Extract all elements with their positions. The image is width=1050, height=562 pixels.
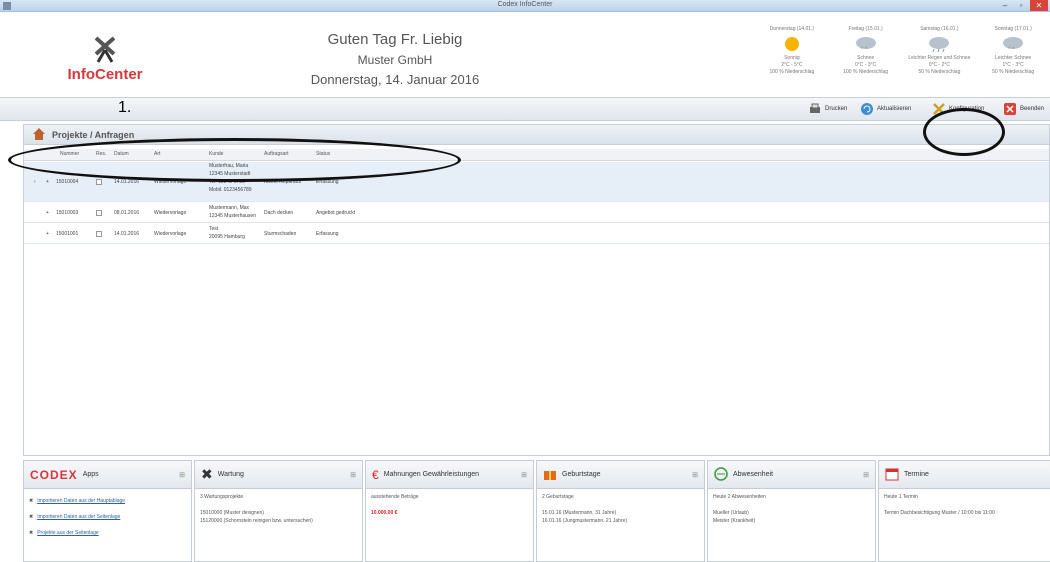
rain-cloud-icon (903, 36, 977, 52)
close-icon[interactable]: ✕ (1030, 0, 1048, 11)
header: InfoCenter Guten Tag Fr. Liebig Muster G… (0, 12, 1050, 97)
tile-header: Termine (879, 461, 1050, 489)
infocenter-logo-icon (94, 36, 116, 63)
print-button[interactable]: Drucken (808, 102, 847, 116)
window-title: Codex InfoCenter (497, 1, 553, 8)
tile-header: ✖ Wartung ⊞ (195, 461, 362, 489)
pin-icon[interactable]: ⊞ (179, 471, 185, 479)
tile-apps: CODEX Apps ⊞ ✖ Importieren Daten aus der … (23, 460, 192, 562)
tile-header: CODEX Apps ⊞ (24, 461, 191, 489)
tile-header: Geburtstage ⊞ (537, 461, 704, 489)
tile-mahnungen: € Mahnungen Gewährleistungen ⊞ ausstehen… (365, 460, 534, 562)
tile-geburtstage: Geburtstage ⊞ 2 Geburtstage 15.01.16 (Mu… (536, 460, 705, 562)
sun-icon (755, 36, 829, 52)
weather-day: Sonntag (17.01.) * * Leichter Schnee 1°C… (976, 26, 1050, 106)
codex-logo: CODEX (30, 467, 78, 482)
weather-day: Freitag (15.01.) * * Schnee 0°C - 3°C 10… (829, 26, 903, 106)
wrench-icon: ✖ (201, 466, 213, 482)
money-icon: € (372, 467, 379, 482)
table-row[interactable]: + 15010003 08.01.2016 Wiedervorlage Must… (24, 203, 1049, 223)
row-expand-icon[interactable]: + (46, 179, 49, 185)
window-title-bar: Codex InfoCenter – ▫ ✕ (0, 0, 1050, 12)
logo-name: InfoCenter (67, 66, 143, 83)
greeting-block: Guten Tag Fr. Liebig Muster GmbH Donners… (290, 30, 500, 90)
weather-forecast: Donnerstag (14.01.) Sonnig 2°C - 5°C 100… (755, 26, 1050, 106)
tile-header: € Mahnungen Gewährleistungen ⊞ (366, 461, 533, 489)
greeting-text: Guten Tag Fr. Liebig (327, 31, 463, 48)
row-expand-icon[interactable]: + (46, 231, 49, 237)
expand-icon[interactable]: › (34, 179, 36, 185)
exit-icon (1003, 102, 1017, 116)
exit-button[interactable]: Beenden (1003, 102, 1044, 116)
refresh-icon (860, 102, 874, 116)
annotation-1: 1. (118, 99, 132, 116)
app-link-row[interactable]: ✖ Projekte aus der Seitenlage (29, 525, 186, 541)
highlight-ellipse-columns (8, 138, 461, 182)
minimize-icon[interactable]: – (998, 0, 1012, 11)
refresh-button[interactable]: Aktualisieren (860, 102, 911, 116)
window-controls: – ▫ ✕ (998, 0, 1048, 11)
pin-icon[interactable]: ⊞ (863, 471, 869, 479)
svg-text:* *: * * (1008, 47, 1015, 52)
current-date: Donnerstag, 14. Januar 2016 (310, 72, 480, 87)
dashboard-tiles: CODEX Apps ⊞ ✖ Importieren Daten aus der … (23, 460, 1050, 562)
company-name: Muster GmbH (357, 53, 433, 67)
table-row[interactable]: + 15001001 14.01.2016 Wiedervorlage Test… (24, 224, 1049, 244)
infocenter-logo: InfoCenter (55, 34, 155, 83)
pin-icon[interactable]: ⊞ (521, 471, 527, 479)
maximize-icon[interactable]: ▫ (1014, 0, 1028, 11)
pin-icon[interactable]: ⊞ (350, 471, 356, 479)
svg-text:* *: * * (861, 47, 868, 52)
tile-wartung: ✖ Wartung ⊞ 3 Wartungsprojekte 15010000 … (194, 460, 363, 562)
weather-day: Samstag (16.01.) Leichter Regen und Schn… (903, 26, 977, 106)
house-icon (32, 127, 46, 143)
tile-termine: Termine Heute 1 Termin Termin Dachbesich… (878, 460, 1050, 562)
tools-icon: ✖ (29, 514, 34, 520)
row-expand-icon[interactable]: + (46, 210, 49, 216)
app-link-row[interactable]: ✖ Importieren Daten aus der Seitenlage (29, 509, 186, 525)
reserve-checkbox[interactable] (96, 210, 102, 216)
reserve-checkbox[interactable] (96, 179, 102, 185)
snow-cloud-icon: * * (976, 36, 1050, 52)
tile-header: Abwesenheit ⊞ (708, 461, 875, 489)
highlight-ellipse-config (923, 108, 1005, 156)
tile-abwesenheit: Abwesenheit ⊞ Heute 2 Abwesenheiten Muel… (707, 460, 876, 562)
app-link-row[interactable]: ✖ Importieren Daten aus der Hauptablage (29, 493, 186, 509)
snow-cloud-icon: * * (829, 36, 903, 52)
reserve-checkbox[interactable] (96, 231, 102, 237)
grid-title: Projekte / Anfragen (52, 129, 135, 140)
absence-icon (714, 466, 728, 483)
pin-icon[interactable]: ⊞ (692, 471, 698, 479)
weather-day: Donnerstag (14.01.) Sonnig 2°C - 5°C 100… (755, 26, 829, 106)
calendar-icon (885, 467, 899, 483)
tools-icon: ✖ (29, 530, 34, 536)
toolbar: Drucken Aktualisieren Konfiguration Been… (0, 97, 1050, 121)
printer-icon (808, 102, 822, 116)
tools-icon: ✖ (29, 498, 34, 504)
gift-icon (543, 467, 557, 483)
